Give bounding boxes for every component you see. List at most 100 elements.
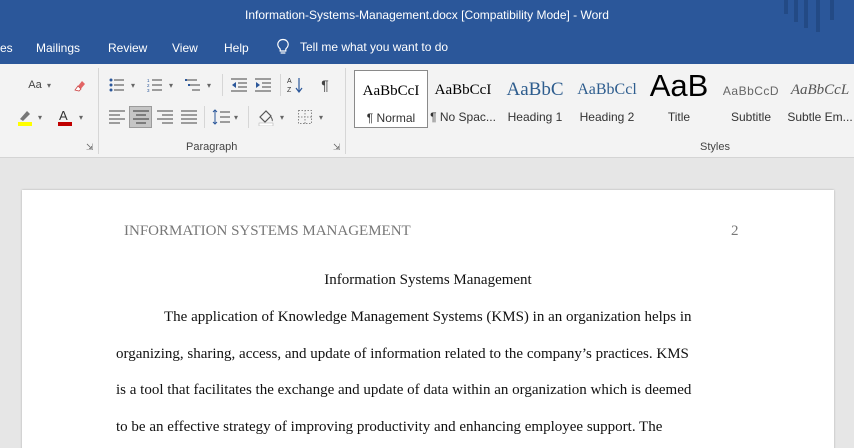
bullet-list-icon — [109, 78, 124, 92]
style-name: ¶ Normal — [366, 111, 416, 125]
style-sample: AaBbCcD — [722, 84, 780, 98]
tab-references[interactable]: es — [0, 41, 13, 55]
style-name: ¶ No Spac... — [430, 110, 496, 124]
multilevel-list-icon — [185, 79, 200, 91]
svg-text:3: 3 — [147, 88, 150, 92]
style-sample: AaBbC — [506, 79, 564, 100]
chevron-down-icon: ▾ — [38, 113, 43, 122]
styles-group-label: Styles — [700, 141, 730, 153]
title-bar-decoration — [816, 0, 820, 32]
paragraph-group-label: Paragraph — [186, 141, 238, 153]
change-case-button[interactable]: Aa — [24, 74, 46, 96]
style-sample: AaBbCcI — [434, 82, 492, 98]
tab-view[interactable]: View — [172, 41, 198, 55]
chevron-down-icon: ▾ — [319, 113, 324, 122]
document-page[interactable]: INFORMATION SYSTEMS MANAGEMENT 2 Informa… — [22, 190, 834, 448]
highlight-color-button[interactable] — [14, 106, 36, 128]
eraser-icon — [74, 81, 85, 92]
font-color-swatch — [58, 122, 72, 126]
paragraph-line: The application of Knowledge Management … — [164, 309, 692, 325]
chevron-down-icon: ▾ — [207, 81, 212, 90]
window-title: Information-Systems-Management.docx [Com… — [245, 8, 609, 22]
lightbulb-icon — [277, 38, 289, 54]
title-bar-decoration — [830, 0, 834, 20]
page-number: 2 — [731, 223, 739, 239]
increase-indent-icon — [255, 78, 271, 92]
paragraph-line: organizing, sharing, access, and update … — [116, 346, 689, 362]
show-formatting-marks-button[interactable]: ¶ — [314, 74, 336, 96]
align-center-button[interactable] — [129, 106, 152, 128]
group-separator — [204, 106, 205, 128]
tab-help[interactable]: Help — [224, 41, 249, 55]
ribbon-tabs: es Mailings Review View Help Tell me wha… — [0, 32, 854, 64]
font-dialog-launcher-icon[interactable]: ⇲ — [86, 142, 94, 153]
style-sample: AaBbCcL — [790, 82, 850, 98]
chevron-down-icon: ▾ — [79, 113, 84, 122]
group-separator — [248, 106, 249, 128]
title-bar: Information-Systems-Management.docx [Com… — [0, 0, 854, 32]
style-title[interactable]: AaB Title — [642, 70, 716, 128]
increase-indent-button[interactable] — [252, 74, 274, 96]
sort-button[interactable]: A Z — [284, 74, 306, 96]
group-separator — [222, 74, 223, 96]
svg-text:Z: Z — [287, 87, 292, 94]
style-heading-1[interactable]: AaBbC Heading 1 — [498, 70, 572, 128]
multilevel-list-button[interactable] — [182, 74, 204, 96]
font-color-icon: A — [58, 108, 72, 126]
style-name: Title — [667, 110, 691, 124]
numbered-list-icon: 1 2 3 — [147, 78, 162, 92]
highlight-swatch — [18, 122, 32, 126]
justify-icon — [181, 110, 197, 124]
decrease-indent-icon — [231, 78, 247, 92]
document-title: Information Systems Management — [324, 272, 532, 288]
title-bar-decoration — [794, 0, 798, 22]
tell-me-search[interactable]: Tell me what you want to do — [276, 38, 448, 56]
align-center-icon — [132, 110, 149, 124]
svg-text:A: A — [59, 108, 68, 123]
ribbon: Aa ▾ ▾ A ▾ ⇲ ▾ 1 2 3 ▾ ▾ A Z ¶ ▾ ▾ ▾ Par… — [0, 64, 854, 158]
style-subtle-emphasis[interactable]: AaBbCcL Subtle Em... — [786, 70, 854, 128]
justify-button[interactable] — [178, 106, 200, 128]
svg-text:A: A — [287, 78, 292, 85]
tell-me-label: Tell me what you want to do — [300, 40, 449, 54]
style-name: Subtitle — [730, 110, 772, 124]
style-name: Heading 1 — [507, 110, 563, 124]
style-name: Subtle Em... — [787, 110, 853, 124]
style-name: Heading 2 — [579, 110, 635, 124]
borders-button[interactable] — [294, 106, 316, 128]
tab-review[interactable]: Review — [108, 41, 147, 55]
decrease-indent-button[interactable] — [228, 74, 250, 96]
bullets-button[interactable] — [106, 74, 128, 96]
line-spacing-icon — [212, 109, 230, 125]
font-color-button[interactable]: A — [54, 106, 76, 128]
chevron-down-icon: ▾ — [234, 113, 239, 122]
paint-bucket-icon — [258, 110, 274, 126]
title-bar-decoration — [804, 0, 808, 28]
style-sample: AaBbCcl — [577, 81, 637, 98]
style-sample: AaBbCcI — [362, 83, 420, 99]
line-spacing-button[interactable] — [210, 106, 232, 128]
clear-formatting-button[interactable] — [68, 74, 90, 96]
style-sample: AaB — [649, 70, 709, 103]
chevron-down-icon: ▾ — [169, 81, 174, 90]
paragraph-line: is a tool that facilitates the exchange … — [116, 382, 692, 398]
borders-icon — [298, 110, 312, 124]
numbering-button[interactable]: 1 2 3 — [144, 74, 166, 96]
style-no-spacing[interactable]: AaBbCcI ¶ No Spac... — [426, 70, 500, 128]
style-subtitle[interactable]: AaBbCcD Subtitle — [714, 70, 788, 128]
align-right-icon — [157, 110, 173, 124]
styles-gallery: AaBbCcI ¶ Normal AaBbCcI ¶ No Spac... Aa… — [352, 70, 854, 134]
style-normal[interactable]: AaBbCcI ¶ Normal — [354, 70, 428, 128]
style-heading-2[interactable]: AaBbCcl Heading 2 — [570, 70, 644, 128]
shading-button[interactable] — [254, 106, 278, 128]
align-right-button[interactable] — [154, 106, 176, 128]
running-header: INFORMATION SYSTEMS MANAGEMENT — [124, 223, 411, 239]
paragraph-dialog-launcher-icon[interactable]: ⇲ — [333, 142, 341, 153]
tab-mailings[interactable]: Mailings — [36, 41, 80, 55]
group-separator — [98, 68, 99, 154]
title-bar-decoration — [784, 0, 788, 14]
align-left-button[interactable] — [106, 106, 128, 128]
paragraph-line: to be an effective strategy of improving… — [116, 419, 663, 435]
group-separator — [345, 68, 346, 154]
chevron-down-icon: ▾ — [47, 81, 52, 90]
